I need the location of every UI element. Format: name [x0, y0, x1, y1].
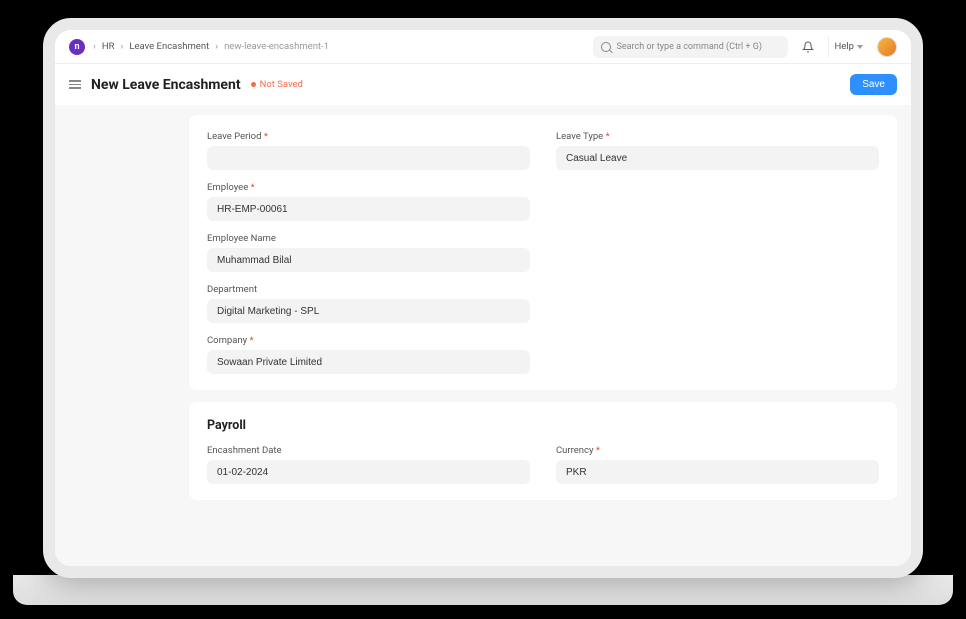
menu-icon[interactable] — [69, 80, 81, 89]
field-currency: Currency * — [556, 445, 879, 484]
required-marker: * — [251, 182, 255, 193]
topbar: n › HR › Leave Encashment › new-leave-en… — [55, 30, 911, 64]
status-badge: Not Saved — [251, 79, 303, 90]
form-col-right: Currency * — [556, 445, 879, 484]
save-button[interactable]: Save — [850, 74, 897, 95]
app-logo-icon[interactable]: n — [69, 39, 85, 55]
field-label: Leave Period * — [207, 131, 530, 142]
field-encashment-date: Encashment Date — [207, 445, 530, 484]
bell-icon — [802, 41, 814, 53]
field-label: Department — [207, 284, 530, 295]
employee-name-input[interactable] — [207, 248, 530, 272]
form-grid: Leave Period * Employee * Employee Name — [207, 131, 879, 374]
field-employee: Employee * — [207, 182, 530, 221]
leave-type-input[interactable] — [556, 146, 879, 170]
currency-input[interactable] — [556, 460, 879, 484]
avatar[interactable] — [877, 37, 897, 57]
department-input[interactable] — [207, 299, 530, 323]
form-card-main: Leave Period * Employee * Employee Name — [189, 115, 897, 390]
help-button[interactable]: Help — [828, 36, 869, 58]
field-department: Department — [207, 284, 530, 323]
content-area: Leave Period * Employee * Employee Name — [55, 105, 911, 566]
field-label: Company * — [207, 335, 530, 346]
form-grid-payroll: Encashment Date Currency * — [207, 445, 879, 484]
chevron-down-icon — [857, 45, 863, 49]
form-card-payroll: Payroll Encashment Date Currency * — [189, 402, 897, 500]
field-employee-name: Employee Name — [207, 233, 530, 272]
breadcrumb-current: new-leave-encashment-1 — [224, 41, 329, 52]
search-input[interactable]: Search or type a command (Ctrl + G) — [593, 36, 788, 58]
field-label: Encashment Date — [207, 445, 530, 456]
field-label: Employee * — [207, 182, 530, 193]
titlebar: New Leave Encashment Not Saved Save — [55, 64, 911, 105]
page-title: New Leave Encashment — [91, 77, 241, 93]
field-label: Employee Name — [207, 233, 530, 244]
breadcrumb-item-leave-encashment[interactable]: Leave Encashment — [129, 41, 209, 52]
leave-period-input[interactable] — [207, 146, 530, 170]
company-input[interactable] — [207, 350, 530, 374]
breadcrumb: › HR › Leave Encashment › new-leave-enca… — [93, 41, 329, 52]
app-screen: n › HR › Leave Encashment › new-leave-en… — [55, 30, 911, 566]
required-marker: * — [264, 131, 268, 142]
chevron-right-icon: › — [121, 41, 124, 52]
search-icon — [601, 42, 611, 52]
employee-input[interactable] — [207, 197, 530, 221]
search-placeholder: Search or type a command (Ctrl + G) — [617, 42, 762, 52]
required-marker: * — [596, 445, 600, 456]
field-company: Company * — [207, 335, 530, 374]
chevron-right-icon: › — [93, 41, 96, 52]
form-col-right: Leave Type * — [556, 131, 879, 374]
field-leave-type: Leave Type * — [556, 131, 879, 170]
laptop-base — [13, 575, 953, 605]
form-col-left: Leave Period * Employee * Employee Name — [207, 131, 530, 374]
field-label: Leave Type * — [556, 131, 879, 142]
required-marker: * — [250, 335, 254, 346]
chevron-right-icon: › — [215, 41, 218, 52]
section-title-payroll: Payroll — [207, 418, 879, 433]
encashment-date-input[interactable] — [207, 460, 530, 484]
form-col-left: Encashment Date — [207, 445, 530, 484]
help-label: Help — [835, 41, 854, 52]
field-label: Currency * — [556, 445, 879, 456]
breadcrumb-item-hr[interactable]: HR — [102, 41, 115, 52]
notifications-button[interactable] — [796, 36, 820, 58]
laptop-frame: n › HR › Leave Encashment › new-leave-en… — [43, 18, 923, 578]
field-leave-period: Leave Period * — [207, 131, 530, 170]
required-marker: * — [606, 131, 610, 142]
